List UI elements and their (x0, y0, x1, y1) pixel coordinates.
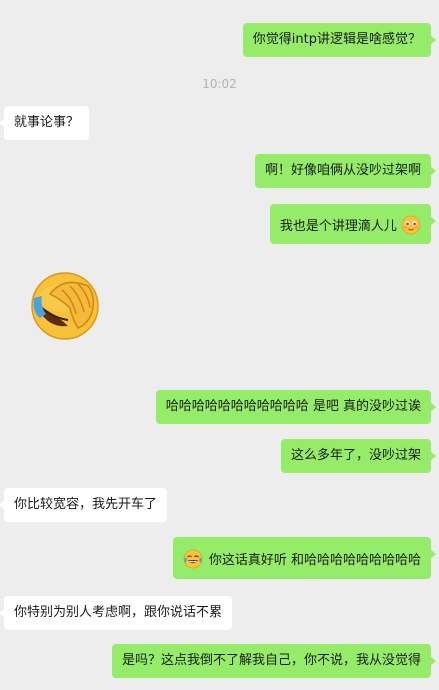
message-bubble-incoming[interactable]: 就事论事？ (0, 106, 90, 140)
message-text: 你觉得intp讲逻辑是啥感觉？ (252, 32, 421, 47)
message-timestamp: 10:02 (202, 77, 237, 91)
message-text: 啊！好像咱俩从没吵过架啊 (264, 163, 421, 178)
message-bubble-outgoing[interactable]: 我也是个讲理滴人儿 (269, 204, 437, 244)
message-bubble-incoming[interactable]: 你特别为别人考虑啊，跟你说话不累 (0, 596, 233, 630)
message-text: 这么多年了，没吵过架 (290, 448, 421, 463)
message-bubble-outgoing[interactable]: 哈哈哈哈哈哈哈哈哈哈哈 是吧 真的没吵过诶 (155, 390, 437, 424)
message-bubble-outgoing[interactable]: 啊！好像咱俩从没吵过架啊 (254, 154, 437, 188)
blushing-face-icon (401, 215, 421, 235)
message-text: 就事论事？ (14, 115, 80, 130)
message-text: 你比较宽容，我先开车了 (14, 497, 158, 512)
facepalm-laughing-sticker[interactable] (28, 268, 102, 342)
message-bubble-incoming[interactable]: 你比较宽容，我先开车了 (0, 488, 168, 522)
message-bubble-outgoing[interactable]: 这么多年了，没吵过架 (280, 439, 437, 473)
message-text: 哈哈哈哈哈哈哈哈哈哈哈 是吧 真的没吵过诶 (165, 399, 421, 414)
chat-conversation: 你觉得intp讲逻辑是啥感觉？ 10:02 就事论事？ 啊！好像咱俩从没吵过架啊… (0, 0, 439, 690)
message-bubble-outgoing[interactable]: 你觉得intp讲逻辑是啥感觉？ (242, 23, 437, 57)
message-bubble-outgoing[interactable]: 你这话真好听 和哈哈哈哈哈哈哈哈哈 (172, 537, 437, 579)
message-bubble-outgoing[interactable]: 是吗？这点我倒不了解我自己，你不说，我从没觉得 (111, 644, 437, 678)
message-text: 是吗？这点我倒不了解我自己，你不说，我从没觉得 (121, 653, 421, 668)
message-text: 你特别为别人考虑啊，跟你说话不累 (14, 605, 223, 620)
message-text: 我也是个讲理滴人儿 (279, 219, 397, 234)
tears-of-joy-icon (183, 549, 203, 569)
message-text: 你这话真好听 和哈哈哈哈哈哈哈哈哈 (208, 553, 421, 568)
